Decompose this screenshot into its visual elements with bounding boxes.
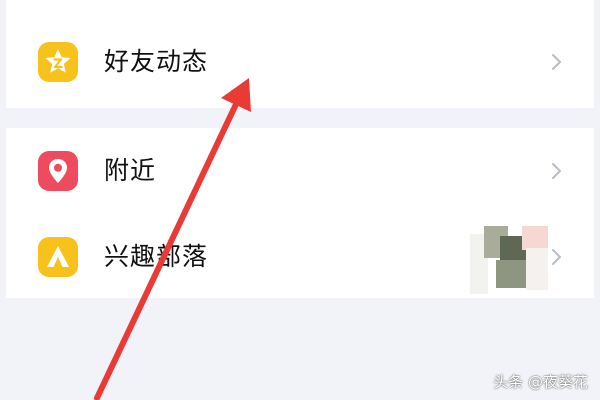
menu-item-friend-updates[interactable]: 好友动态 bbox=[6, 18, 594, 104]
settings-screen: 好友动态 附近 兴趣部落 bbox=[0, 0, 600, 400]
menu-item-label: 兴趣部落 bbox=[104, 242, 209, 271]
star-icon bbox=[38, 42, 78, 82]
blurred-avatar bbox=[470, 220, 558, 294]
menu-item-label: 附近 bbox=[104, 156, 157, 185]
menu-group-friends: 好友动态 bbox=[6, 0, 594, 108]
right-margin bbox=[594, 0, 600, 400]
chevron-right-icon bbox=[552, 54, 561, 70]
left-margin bbox=[0, 0, 6, 400]
tent-icon bbox=[38, 237, 78, 277]
watermark: 头条 @夜葵花 bbox=[493, 373, 588, 391]
menu-item-nearby[interactable]: 附近 bbox=[6, 128, 594, 214]
menu-item-label: 好友动态 bbox=[104, 47, 209, 76]
chevron-right-icon bbox=[552, 163, 561, 179]
location-pin-icon bbox=[38, 151, 78, 191]
